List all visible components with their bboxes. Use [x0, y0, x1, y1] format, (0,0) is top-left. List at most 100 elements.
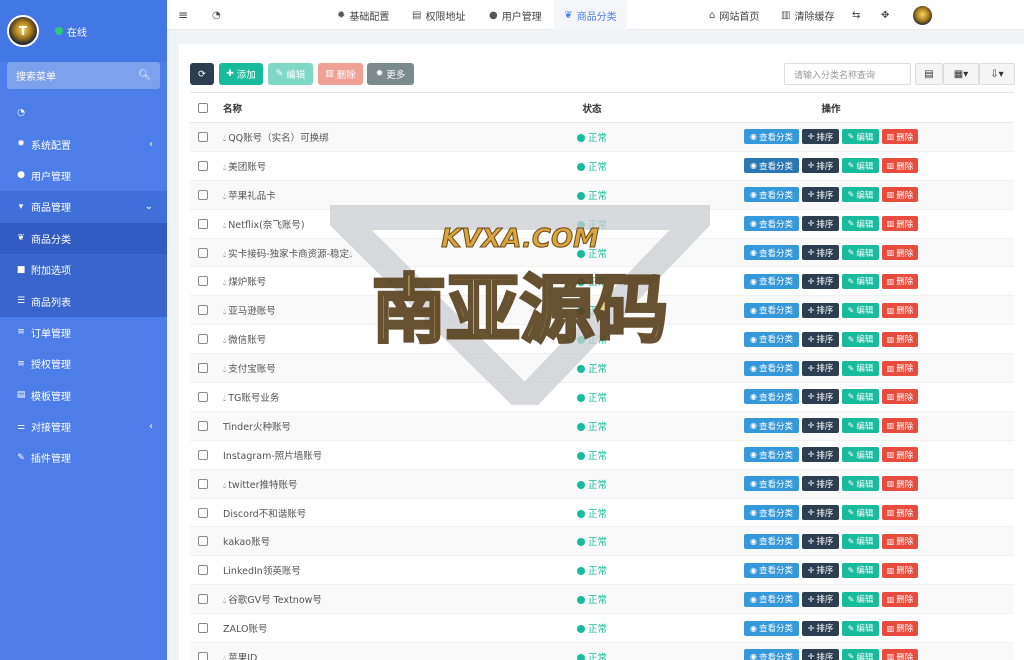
row-delete-button[interactable]: ▥ 删除	[882, 533, 918, 549]
export-dropdown-button[interactable]: ⇩▾	[979, 63, 1015, 85]
sort-button[interactable]: ✛ 排序	[802, 591, 839, 607]
row-edit-button[interactable]: ✎ 编辑	[842, 302, 879, 318]
sort-button[interactable]: ✛ 排序	[802, 533, 839, 549]
status-badge[interactable]: 正常	[576, 335, 607, 346]
row-checkbox[interactable]	[198, 363, 208, 374]
columns-dropdown-button[interactable]: ▦▾	[943, 63, 979, 85]
status-badge[interactable]: 正常	[576, 480, 607, 491]
row-checkbox[interactable]	[198, 651, 208, 660]
sidebar-item-template-management[interactable]: ▤ 模板管理	[0, 380, 167, 411]
view-category-button[interactable]: ◉ 查看分类	[744, 331, 799, 347]
status-badge[interactable]: 正常	[576, 624, 607, 635]
status-badge[interactable]: 正常	[576, 306, 607, 317]
fullscreen-button[interactable]: ✥	[881, 0, 889, 30]
sidebar-search[interactable]: 搜索菜单 🔍︎	[7, 62, 160, 89]
row-checkbox[interactable]	[198, 478, 208, 489]
row-delete-button[interactable]: ▥ 删除	[882, 302, 918, 318]
view-category-button[interactable]: ◉ 查看分类	[744, 591, 799, 607]
row-edit-button[interactable]: ✎ 编辑	[842, 476, 879, 492]
tab-user-management[interactable]: ● 用户管理	[489, 0, 542, 30]
row-edit-button[interactable]: ✎ 编辑	[842, 620, 879, 636]
row-checkbox[interactable]	[198, 594, 208, 605]
row-edit-button[interactable]: ✎ 编辑	[842, 360, 879, 376]
sort-button[interactable]: ✛ 排序	[802, 360, 839, 376]
row-delete-button[interactable]: ▥ 删除	[882, 649, 918, 660]
sort-button[interactable]: ✛ 排序	[802, 562, 839, 578]
sidebar-item-product-list[interactable]: ☰ 商品列表	[0, 285, 167, 317]
status-badge[interactable]: 正常	[576, 422, 607, 433]
row-edit-button[interactable]: ✎ 编辑	[842, 562, 879, 578]
view-category-button[interactable]: ◉ 查看分类	[744, 533, 799, 549]
sidebar-item-addon-options[interactable]: ■ 附加选项	[0, 253, 167, 286]
row-delete-button[interactable]: ▥ 删除	[882, 360, 918, 376]
view-category-button[interactable]: ◉ 查看分类	[744, 389, 799, 405]
view-category-button[interactable]: ◉ 查看分类	[744, 418, 799, 434]
tab-basic-config[interactable]: ✹ 基础配置	[337, 0, 389, 30]
refresh-button[interactable]: ⟳	[190, 63, 214, 85]
status-badge[interactable]: 正常	[576, 133, 607, 144]
tab-permission-address[interactable]: ▤ 权限地址	[412, 0, 465, 30]
view-category-button[interactable]: ◉ 查看分类	[744, 273, 799, 289]
sort-button[interactable]: ✛ 排序	[802, 331, 839, 347]
language-button[interactable]: ⇆	[852, 0, 860, 30]
row-edit-button[interactable]: ✎ 编辑	[842, 591, 879, 607]
sort-button[interactable]: ✛ 排序	[802, 245, 839, 260]
sort-button[interactable]: ✛ 排序	[802, 447, 839, 463]
row-delete-button[interactable]: ▥ 删除	[882, 245, 918, 260]
row-edit-button[interactable]: ✎ 编辑	[842, 158, 879, 174]
sidebar-item-order-management[interactable]: ≡ 订单管理	[0, 317, 167, 348]
view-category-button[interactable]: ◉ 查看分类	[744, 620, 799, 636]
sidebar-item-dashboard[interactable]: ◔	[0, 97, 167, 128]
row-checkbox[interactable]	[198, 507, 208, 518]
dashboard-button[interactable]: ◔	[212, 0, 221, 30]
add-button[interactable]: ✚ 添加	[219, 63, 263, 85]
status-badge[interactable]: 正常	[576, 220, 607, 231]
status-badge[interactable]: 正常	[576, 364, 607, 375]
row-delete-button[interactable]: ▥ 删除	[882, 591, 918, 607]
more-button[interactable]: ✹ 更多	[367, 63, 414, 85]
row-checkbox[interactable]	[198, 276, 208, 287]
row-edit-button[interactable]: ✎ 编辑	[842, 245, 879, 260]
select-all-checkbox[interactable]	[198, 102, 208, 113]
menu-toggle-button[interactable]: ≡	[178, 0, 188, 30]
sort-button[interactable]: ✛ 排序	[802, 620, 839, 636]
status-badge[interactable]: 正常	[576, 566, 607, 577]
row-delete-button[interactable]: ▥ 删除	[882, 273, 918, 289]
sort-button[interactable]: ✛ 排序	[802, 649, 839, 660]
view-category-button[interactable]: ◉ 查看分类	[744, 476, 799, 492]
row-edit-button[interactable]: ✎ 编辑	[842, 649, 879, 660]
row-delete-button[interactable]: ▥ 删除	[882, 620, 918, 636]
row-edit-button[interactable]: ✎ 编辑	[842, 533, 879, 549]
row-checkbox[interactable]	[198, 536, 208, 547]
sort-button[interactable]: ✛ 排序	[802, 418, 839, 434]
sidebar-item-license-management[interactable]: ≡ 授权管理	[0, 348, 167, 379]
view-category-button[interactable]: ◉ 查看分类	[744, 216, 799, 232]
row-checkbox[interactable]	[198, 565, 208, 576]
sidebar-item-user-management[interactable]: ● 用户管理	[0, 160, 167, 191]
sort-button[interactable]: ✛ 排序	[802, 476, 839, 492]
status-badge[interactable]: 正常	[576, 249, 607, 260]
row-checkbox[interactable]	[198, 218, 208, 229]
row-edit-button[interactable]: ✎ 编辑	[842, 331, 879, 347]
status-column-header[interactable]: 状态	[536, 92, 648, 123]
row-checkbox[interactable]	[198, 420, 208, 431]
view-category-button[interactable]: ◉ 查看分类	[744, 302, 799, 318]
row-delete-button[interactable]: ▥ 删除	[882, 562, 918, 578]
row-checkbox[interactable]	[198, 160, 208, 171]
row-edit-button[interactable]: ✎ 编辑	[842, 418, 879, 434]
row-delete-button[interactable]: ▥ 删除	[882, 389, 918, 405]
row-delete-button[interactable]: ▥ 删除	[882, 418, 918, 434]
site-home-link[interactable]: ⌂ 网站首页	[709, 0, 759, 30]
category-search-input[interactable]: 请输入分类名称查询	[784, 63, 911, 85]
edit-button[interactable]: ✎ 编辑	[268, 63, 313, 85]
view-category-button[interactable]: ◉ 查看分类	[744, 562, 799, 578]
row-delete-button[interactable]: ▥ 删除	[882, 158, 918, 174]
view-category-button[interactable]: ◉ 查看分类	[744, 447, 799, 463]
view-category-button[interactable]: ◉ 查看分类	[744, 649, 799, 660]
sidebar-item-plugin-management[interactable]: ✎ 插件管理	[0, 442, 167, 473]
sidebar-item-product-category[interactable]: ❦ 商品分类	[0, 222, 167, 254]
sort-button[interactable]: ✛ 排序	[802, 158, 839, 174]
view-category-button[interactable]: ◉ 查看分类	[744, 187, 799, 203]
status-badge[interactable]: 正常	[576, 162, 607, 173]
sidebar-item-system-config[interactable]: ✹ 系统配置 ‹	[0, 128, 167, 159]
